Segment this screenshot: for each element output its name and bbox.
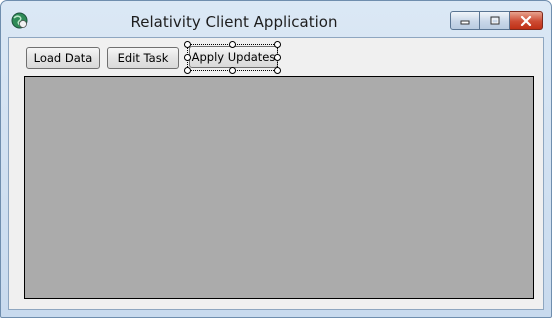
apply-updates-button[interactable]: Apply Updates <box>189 46 278 68</box>
close-button[interactable] <box>510 11 543 30</box>
title-bar[interactable]: Relativity Client Application <box>1 1 551 37</box>
application-window: Relativity Client Application Load Data <box>0 0 552 318</box>
minimize-button[interactable] <box>450 11 480 30</box>
resize-handle-bottom-right[interactable] <box>274 67 281 74</box>
client-area: Load Data Edit Task Apply Updates <box>8 37 544 310</box>
maximize-icon <box>490 16 499 24</box>
close-icon <box>520 15 532 26</box>
minimize-icon <box>460 20 470 24</box>
resize-handle-bottom[interactable] <box>229 67 236 74</box>
caption-buttons <box>450 11 543 31</box>
content-panel[interactable] <box>24 76 534 299</box>
resize-handle-bottom-left[interactable] <box>184 67 191 74</box>
load-data-button[interactable]: Load Data <box>26 47 100 69</box>
edit-task-button[interactable]: Edit Task <box>107 47 179 69</box>
maximize-button[interactable] <box>480 11 510 30</box>
